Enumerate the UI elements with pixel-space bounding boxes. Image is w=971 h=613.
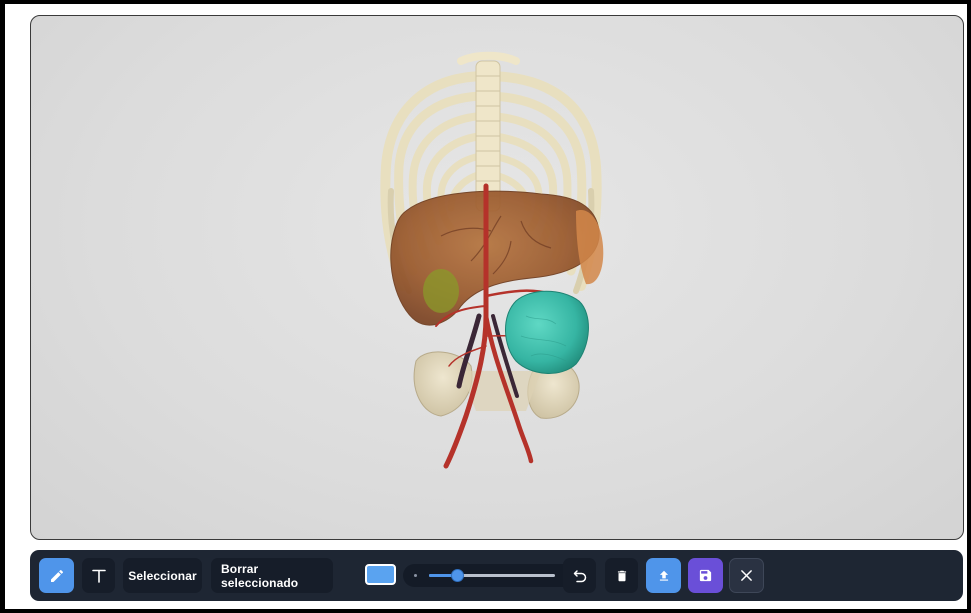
- kidney: [505, 290, 589, 374]
- brush-size-slider[interactable]: [403, 564, 579, 587]
- undo-button[interactable]: [563, 558, 596, 593]
- trash-icon: [617, 570, 626, 581]
- anatomy-model[interactable]: [31, 16, 963, 539]
- save-button[interactable]: [688, 558, 723, 593]
- delete-selected-button[interactable]: Borrar seleccionado: [211, 558, 333, 593]
- text-tool-button[interactable]: [82, 558, 115, 593]
- slider-thumb[interactable]: [450, 569, 464, 582]
- upload-icon: [659, 570, 668, 581]
- color-picker[interactable]: [365, 564, 396, 585]
- select-button[interactable]: Seleccionar: [123, 558, 202, 593]
- upload-button[interactable]: [646, 558, 681, 593]
- pen-tool-button[interactable]: [39, 558, 74, 593]
- slider-track[interactable]: [429, 569, 555, 582]
- app-frame: Seleccionar Borrar seleccionado: [5, 4, 967, 609]
- text-tool-icon: [91, 569, 106, 583]
- gallbladder: [423, 269, 459, 313]
- drawing-toolbar: Seleccionar Borrar seleccionado: [30, 550, 963, 601]
- undo-icon: [573, 569, 586, 582]
- 3d-viewport[interactable]: [30, 15, 964, 540]
- close-icon: [741, 570, 752, 581]
- save-icon: [699, 569, 712, 582]
- pencil-icon: [50, 569, 63, 582]
- close-button[interactable]: [729, 558, 764, 593]
- delete-all-button[interactable]: [605, 558, 638, 593]
- small-size-dot: [414, 574, 417, 577]
